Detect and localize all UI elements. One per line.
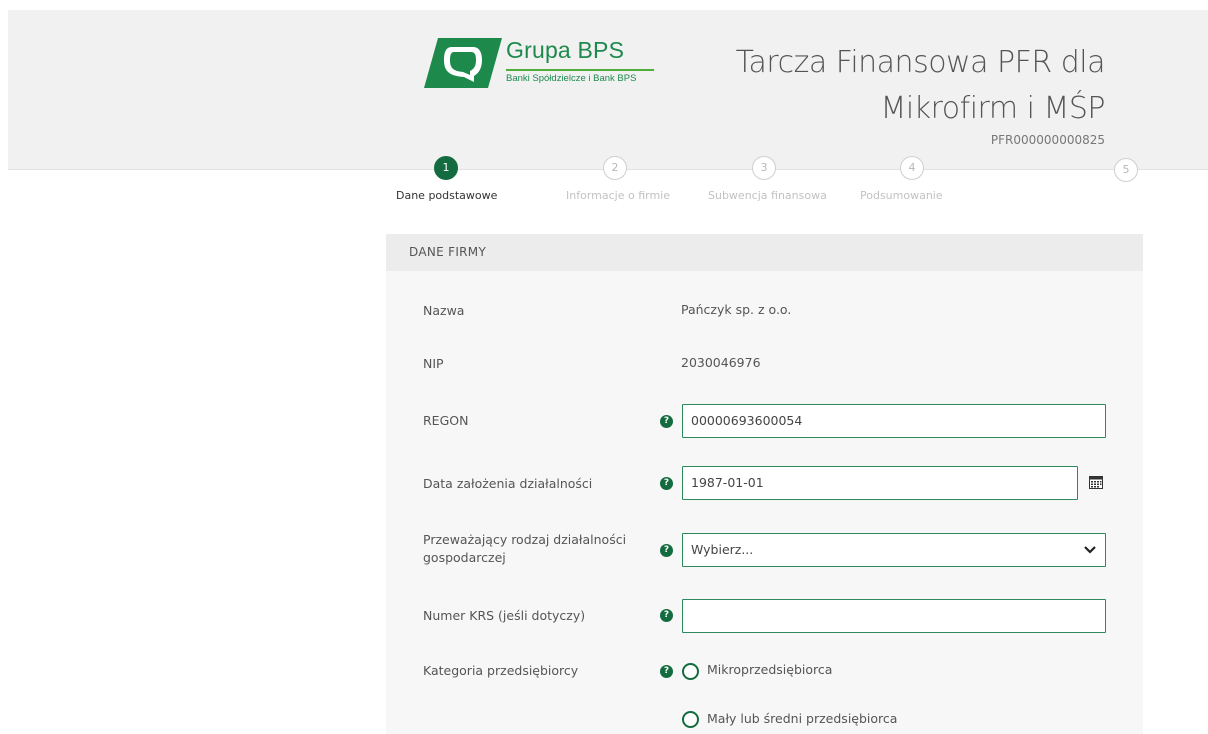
radio-micro[interactable] [682,663,699,680]
calendar-icon[interactable] [1089,475,1103,489]
krs-help-icon[interactable]: ? [660,609,673,622]
radio-micro-label[interactable]: Mikroprzedsiębiorca [707,662,832,677]
nip-value: 2030046976 [681,355,761,370]
activity-select-value: Wybierz... [691,542,754,557]
date-help-icon[interactable]: ? [660,477,673,490]
date-label: Data założenia działalności [423,476,593,491]
page-title: Tarcza Finansowa PFR dla Mikrofirm i MŚP [685,40,1106,132]
name-label: Nazwa [423,303,465,318]
progress-steps: 1 Dane podstawowe 2 Informacje o firmie … [0,156,1208,206]
step-5-circle[interactable]: 5 [1114,158,1138,182]
logo-subtitle: Banki Spółdzielcze i Bank BPS [506,73,637,84]
chevron-down-icon [1084,546,1096,554]
regon-label: REGON [423,413,469,428]
page-title-line1: Tarcza Finansowa PFR dla [735,45,1106,80]
activity-help-icon[interactable]: ? [660,544,673,557]
activity-label-line2: gospodarczej [423,550,506,565]
regon-help-icon[interactable]: ? [660,415,673,428]
category-help-icon[interactable]: ? [660,665,673,678]
step-1-label[interactable]: Dane podstawowe [396,189,497,202]
step-1-circle[interactable]: 1 [434,156,458,180]
page-title-line2: Mikrofirm i MŚP [880,91,1106,126]
grupa-bps-logo[interactable]: Grupa BPS Banki Spółdzielcze i Bank BPS [424,37,674,90]
logo-mark-icon [424,38,502,88]
activity-select[interactable]: Wybierz... [682,533,1106,567]
activity-label-line1: Przeważający rodzaj działalności [423,532,627,547]
company-data-panel: DANE FIRMY Nazwa Pańczyk sp. z o.o. NIP … [386,234,1143,734]
step-3-label[interactable]: Subwencja finansowa [708,189,827,202]
founding-date-input[interactable]: 1987-01-01 [682,466,1078,500]
section-title: DANE FIRMY [409,245,487,259]
panel-header: DANE FIRMY [386,234,1143,271]
radio-small-medium[interactable] [682,711,699,728]
step-4-circle[interactable]: 4 [900,156,924,180]
category-label: Kategoria przedsiębiorcy [423,663,579,678]
step-3-circle[interactable]: 3 [752,156,776,180]
step-2-label[interactable]: Informacje o firmie [566,189,670,202]
krs-label: Numer KRS (jeśli dotyczy) [423,608,586,623]
name-value: Pańczyk sp. z o.o. [681,302,792,317]
step-4-label[interactable]: Podsumowanie [860,189,943,202]
step-2-circle[interactable]: 2 [603,156,627,180]
application-reference: PFR000000000825 [990,133,1105,147]
logo-divider [506,69,654,71]
krs-input[interactable] [682,599,1106,633]
activity-label: Przeważający rodzaj działalności gospoda… [423,531,626,567]
nip-label: NIP [423,356,444,371]
radio-small-medium-label[interactable]: Mały lub średni przedsiębiorca [707,711,897,726]
logo-name: Grupa BPS [506,37,625,63]
regon-input[interactable]: 00000693600054 [682,404,1106,438]
